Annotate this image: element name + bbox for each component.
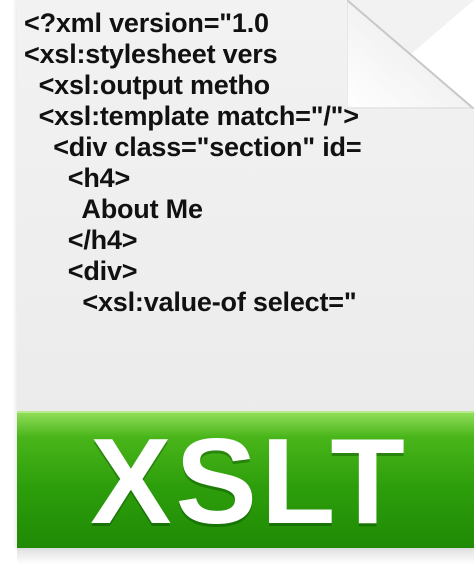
code-line: <?xml version="1.0 (24, 8, 269, 38)
code-line: <div> (24, 256, 138, 286)
code-line: <div class="section" id= (24, 132, 362, 162)
code-line: <xsl:stylesheet vers (24, 39, 278, 69)
code-line: <xsl:value-of select=" (24, 287, 357, 317)
xslt-file-icon: <?xml version="1.0 <xsl:stylesheet vers … (0, 0, 474, 564)
code-line: <xsl:template match="/"> (24, 101, 359, 131)
code-line: <xsl:output metho (24, 70, 271, 100)
code-line: </h4> (24, 225, 138, 255)
xslt-banner: XSLT (17, 411, 474, 549)
code-line: About Me (24, 194, 203, 224)
folded-corner-icon (347, 0, 474, 109)
code-line: <h4> (24, 163, 131, 193)
page-shadow (17, 548, 474, 564)
xslt-label: XSLT (90, 412, 409, 549)
